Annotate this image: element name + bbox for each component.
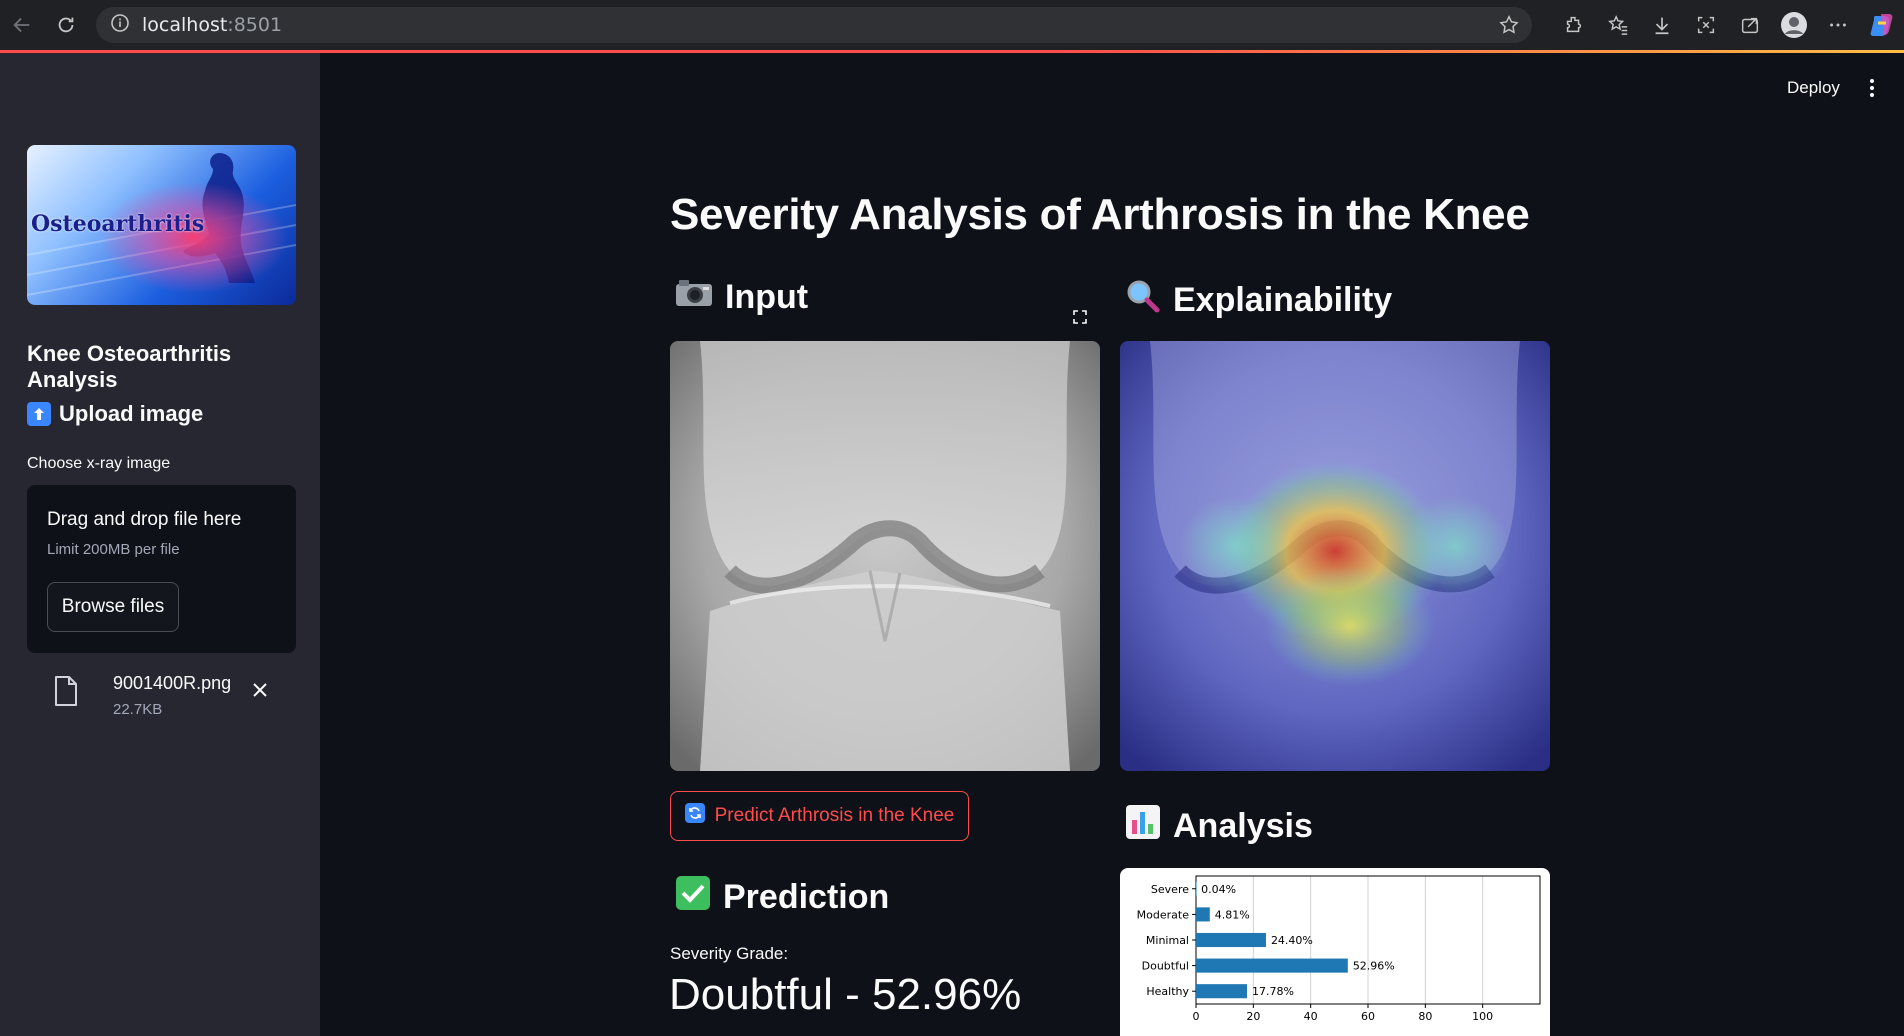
- analysis-chart: 0 20 40 60 80 100 Severe 0.04% Moderate 4.81% Mini…: [1120, 868, 1550, 1036]
- predict-button[interactable]: Predict Arthrosis in the Knee: [670, 791, 969, 841]
- chart-y-tick-label: Doubtful: [1142, 960, 1189, 973]
- chart-data-label: 4.81%: [1215, 908, 1250, 921]
- file-size: 22.7KB: [113, 701, 163, 718]
- chart-y-tick-label: Minimal: [1146, 934, 1189, 947]
- chart-data-label: 52.96%: [1353, 960, 1395, 973]
- fullscreen-icon[interactable]: [1063, 300, 1097, 334]
- deploy-button[interactable]: Deploy: [1787, 78, 1840, 98]
- file-name: 9001400R.png: [113, 673, 232, 693]
- camera-icon: [675, 278, 713, 317]
- input-xray-image: [670, 341, 1100, 771]
- hero-logo-text: Osteoarthritis: [31, 211, 205, 237]
- url-text: localhost:8501: [142, 14, 282, 36]
- more-menu-icon[interactable]: [1816, 3, 1860, 47]
- remove-file-icon[interactable]: [251, 681, 269, 704]
- reload-icon[interactable]: [48, 7, 84, 43]
- dropzone-title: Drag and drop file here: [47, 509, 242, 530]
- copilot-icon[interactable]: [1860, 3, 1904, 47]
- downloads-icon[interactable]: [1640, 3, 1684, 47]
- chart-bar: [1196, 932, 1266, 948]
- back-icon[interactable]: [4, 7, 40, 43]
- browse-files-button[interactable]: Browse files: [47, 582, 179, 632]
- sidebar: Osteoarthritis Knee Osteoarthritis Analy…: [0, 53, 320, 1036]
- file-uploader-label: Choose x-ray image: [27, 455, 171, 472]
- input-heading-text: Input: [725, 278, 809, 316]
- magnifier-icon: [1125, 278, 1161, 323]
- check-mark-icon: [675, 875, 711, 920]
- chart-x-tick-label: 80: [1418, 1010, 1432, 1023]
- chart-bar: [1196, 881, 1197, 896]
- explainability-heading: Explainability: [1125, 278, 1392, 323]
- analysis-chart-svg: 0 20 40 60 80 100 Severe 0.04% Moderate 4.81% Mini…: [1137, 875, 1541, 1023]
- chart-y-tick-label: Healthy: [1146, 985, 1189, 998]
- bar-chart-icon: [1125, 804, 1161, 849]
- chart-data-label: 0.04%: [1201, 883, 1236, 896]
- chart-data-label: 17.78%: [1252, 985, 1294, 998]
- upload-heading-text: Upload image: [59, 401, 204, 426]
- chart-y-tick-label: Severe: [1151, 883, 1189, 896]
- chart-bar: [1196, 958, 1348, 973]
- url-host: localhost: [142, 14, 228, 36]
- site-info-icon[interactable]: [110, 13, 130, 38]
- chart-bar: [1196, 907, 1210, 922]
- chart-x-tick-label: 20: [1246, 1010, 1260, 1023]
- chart-x-tick-label: 60: [1361, 1010, 1375, 1023]
- prediction-heading-text: Prediction: [723, 878, 890, 916]
- analysis-heading: Analysis: [1125, 804, 1313, 849]
- severity-grade-label: Severity Grade:: [670, 944, 789, 963]
- file-dropzone[interactable]: Drag and drop file here Limit 200MB per …: [27, 485, 296, 653]
- extensions-icon[interactable]: [1552, 3, 1596, 47]
- input-heading: Input: [675, 278, 808, 317]
- url-port: :8501: [227, 14, 283, 36]
- screenshot-icon[interactable]: [1684, 3, 1728, 47]
- dropzone-limit: Limit 200MB per file: [47, 541, 180, 558]
- profile-avatar-icon[interactable]: [1772, 3, 1816, 47]
- page-title: Severity Analysis of Arthrosis in the Kn…: [670, 190, 1530, 239]
- explainability-heading-text: Explainability: [1173, 281, 1393, 319]
- browser-toolbar: localhost:8501: [0, 0, 1904, 50]
- refresh-icon: [684, 803, 705, 829]
- chart-x-tick-label: 100: [1472, 1010, 1493, 1023]
- uploaded-file-item: 9001400R.png 22.7KB: [27, 665, 296, 729]
- chart-y-tick-label: Moderate: [1137, 908, 1190, 921]
- upload-heading: Upload image: [27, 401, 203, 427]
- share-icon[interactable]: [1728, 3, 1772, 47]
- chart-x-tick-label: 40: [1304, 1010, 1318, 1023]
- predict-button-label: Predict Arthrosis in the Knee: [714, 805, 955, 826]
- chart-bar: [1196, 984, 1247, 999]
- address-bar[interactable]: localhost:8501: [96, 7, 1532, 43]
- prediction-heading: Prediction: [675, 875, 889, 920]
- bookmark-star-icon[interactable]: [1498, 14, 1520, 41]
- sidebar-title: Knee Osteoarthritis Analysis: [27, 341, 232, 392]
- up-arrow-icon: [27, 402, 51, 426]
- file-icon: [53, 675, 79, 712]
- severity-grade-value: Doubtful - 52.96%: [669, 970, 1022, 1019]
- chart-data-label: 24.40%: [1271, 934, 1313, 947]
- explainability-heatmap-image: [1120, 341, 1550, 771]
- sidebar-hero-image: Osteoarthritis: [27, 145, 296, 305]
- favorites-icon[interactable]: [1596, 3, 1640, 47]
- main-menu-icon[interactable]: [1866, 76, 1878, 105]
- chart-x-tick-label: 0: [1193, 1010, 1200, 1023]
- analysis-heading-text: Analysis: [1173, 807, 1313, 845]
